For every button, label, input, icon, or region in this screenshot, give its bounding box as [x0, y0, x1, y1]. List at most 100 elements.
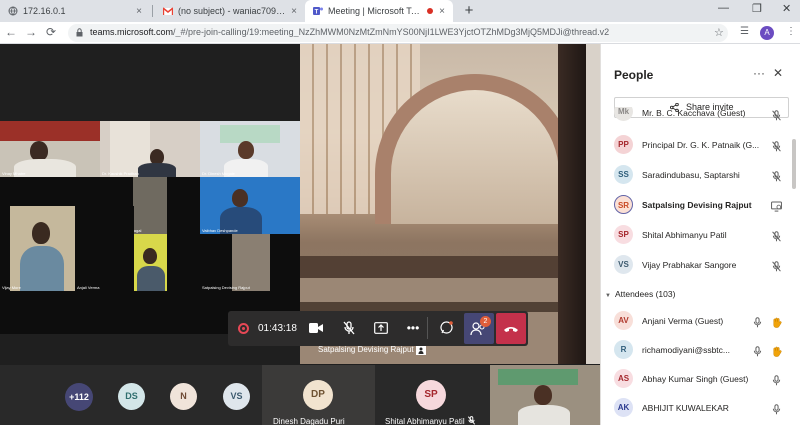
- address-bar[interactable]: teams.microsoft.com/_#/pre-join-calling/…: [68, 24, 728, 42]
- tab-label: (no subject) - waniac7095@gmail.com: [178, 6, 285, 16]
- more-actions-icon[interactable]: •••: [401, 317, 425, 339]
- attendee-row[interactable]: AS Abhay Kumar Singh (Guest): [614, 366, 789, 391]
- avatar: DP: [303, 380, 333, 410]
- globe-icon: [8, 6, 18, 16]
- participant-name: Vinay Mhatre: [2, 171, 26, 176]
- attendees-count: Attendees (103): [614, 289, 676, 299]
- avatar: SS: [614, 165, 633, 184]
- microphone-off-icon: [771, 169, 782, 182]
- presenter-row[interactable]: PP Principal Dr. G. K. Patnaik (G...: [614, 132, 789, 157]
- window-close-icon[interactable]: ✕: [782, 2, 791, 15]
- overflow-participants-button[interactable]: +112: [65, 383, 93, 411]
- microphone-off-icon: [771, 139, 782, 152]
- mute-toggle-button[interactable]: [337, 317, 361, 339]
- restore-icon[interactable]: ❐: [752, 2, 762, 15]
- participant-tile: SP Shital Abhimanyu Patil: [375, 365, 488, 425]
- attendee-row[interactable]: Rrichamodiyani@ssbtc...: [614, 337, 789, 362]
- hang-up-icon: [504, 327, 518, 332]
- minimize-icon[interactable]: —: [718, 2, 729, 14]
- avatar: DS: [118, 383, 145, 410]
- active-speaker-name: Satpalsing Devising Rajput: [318, 345, 414, 354]
- avatar: AS: [614, 369, 633, 388]
- participant-name: Shital Abhimanyu Patil: [385, 417, 465, 425]
- participant-tile: DP Dinesh Dagadu Puri: [262, 365, 375, 425]
- forward-icon[interactable]: →: [24, 25, 38, 39]
- tab-label: Meeting | Microsoft Teams: [328, 6, 424, 16]
- url-path: /_#/pre-join-calling/19:meeting_NzZhMWM0…: [173, 27, 610, 37]
- reading-list-icon[interactable]: ☰: [740, 26, 749, 37]
- bookmark-star-icon[interactable]: ☆: [714, 26, 724, 39]
- teams-icon: T: [313, 7, 323, 16]
- chat-button[interactable]: [434, 317, 458, 339]
- avatar: AK: [614, 398, 633, 417]
- participant-video: Dr. Dinesh Mugale: [200, 121, 300, 177]
- participant-name: Principal Dr. G. K. Patnaik (G...: [642, 140, 760, 150]
- avatar: Mk: [614, 107, 633, 121]
- participant-video: Dr. Kaushik Pradhan: [100, 121, 200, 177]
- svg-text:T: T: [315, 10, 319, 16]
- participant-name: Vaibhav Deshpande: [202, 228, 238, 233]
- presenter-row[interactable]: Mk Mr. B. C. Kacchava (Guest): [614, 107, 789, 121]
- presenter-icon: [416, 346, 426, 355]
- share-tray-icon: [374, 322, 388, 334]
- attendees-header[interactable]: ▼ Attendees (103): [605, 289, 675, 299]
- presenter-row[interactable]: SR Satpalsing Devising Rajput: [614, 192, 789, 217]
- chat-icon: [439, 321, 453, 334]
- chevron-down-icon: ▼: [605, 293, 611, 299]
- browser-toolbar: ← → ⟳ teams.microsoft.com/_#/pre-join-ca…: [0, 22, 800, 44]
- new-tab-button[interactable]: +: [461, 2, 477, 19]
- avatar: AV: [614, 311, 633, 330]
- attendee-row[interactable]: AK ABHIJIT KUWALEKAR: [614, 395, 789, 420]
- tab-router[interactable]: 172.16.0.1 ×: [0, 0, 150, 22]
- close-icon[interactable]: ×: [291, 6, 297, 17]
- meeting-timer: 01:43:18: [258, 323, 297, 334]
- browser-tab-strip: 172.16.0.1 × (no subject) - waniac7095@g…: [0, 0, 800, 22]
- microphone-icon: [752, 315, 763, 328]
- gmail-icon: [163, 7, 173, 15]
- participant-strip: +112 DS N VS DP Dinesh Dagadu Puri SP Sh…: [0, 365, 600, 425]
- close-icon[interactable]: ×: [136, 6, 142, 17]
- video-camera-icon: [309, 323, 323, 333]
- presenter-row[interactable]: VS Vijay Prabhakar Sangore: [614, 252, 789, 277]
- share-screen-button[interactable]: [369, 317, 393, 339]
- reload-icon[interactable]: ⟳: [44, 25, 58, 39]
- leave-call-button[interactable]: [496, 313, 526, 344]
- attendee-row[interactable]: AV Anjani Verma (Guest): [614, 308, 789, 333]
- microphone-off-icon: [467, 416, 476, 425]
- screen: 172.16.0.1 × (no subject) - waniac7095@g…: [0, 0, 800, 425]
- participants-button[interactable]: 2: [464, 313, 494, 344]
- participant-name: Dr. Kaushik Pradhan: [102, 171, 139, 176]
- url-text: teams.microsoft.com/_#/pre-join-calling/…: [90, 27, 680, 37]
- url-host: teams.microsoft.com: [90, 27, 174, 37]
- meeting-control-bar: 01:43:18 ••• 2: [228, 311, 528, 346]
- menu-dots-icon[interactable]: ⋮: [786, 26, 796, 37]
- back-icon[interactable]: ←: [4, 25, 18, 39]
- tab-label: 172.16.0.1: [23, 6, 66, 16]
- presenter-row[interactable]: SS Saradindubasu, Saptarshi: [614, 162, 789, 187]
- more-options-icon[interactable]: ···: [753, 66, 765, 80]
- avatar: VS: [614, 255, 633, 274]
- participant-name: Shital Abhimanyu Patil: [642, 230, 727, 240]
- tab-teams-meeting[interactable]: T Meeting | Microsoft Teams ×: [305, 0, 453, 22]
- meeting-stage: Vinay Mhatre Dr. Kaushik Pradhan Dr. Din…: [0, 44, 600, 425]
- panel-scrollbar[interactable]: [792, 139, 796, 189]
- avatar: R: [614, 340, 633, 359]
- panel-title: People: [614, 68, 654, 82]
- participant-name: Anjali Verma: [77, 285, 100, 290]
- close-icon[interactable]: ×: [439, 6, 445, 17]
- participant-name: richamodiyani@ssbtc...: [642, 345, 730, 355]
- participant-name: Saradindubasu, Saptarshi: [642, 170, 740, 180]
- close-icon[interactable]: ✕: [773, 66, 783, 80]
- recording-icon: [238, 323, 249, 334]
- avatar: SR: [614, 195, 633, 214]
- participant-name: Vijay More: [2, 285, 21, 290]
- avatar[interactable]: A: [760, 26, 774, 40]
- shared-screen-gallery: Vinay Mhatre Dr. Kaushik Pradhan Dr. Din…: [0, 121, 300, 334]
- camera-toggle-button[interactable]: [304, 317, 328, 339]
- avatar: VS: [223, 383, 250, 410]
- microphone-off-icon: [771, 229, 782, 242]
- avatar: PP: [614, 135, 633, 154]
- presenter-row[interactable]: SP Shital Abhimanyu Patil: [614, 222, 789, 247]
- participant-name: Satpalsing Devising Rajput: [202, 285, 250, 290]
- tab-gmail[interactable]: (no subject) - waniac7095@gmail.com ×: [155, 0, 305, 22]
